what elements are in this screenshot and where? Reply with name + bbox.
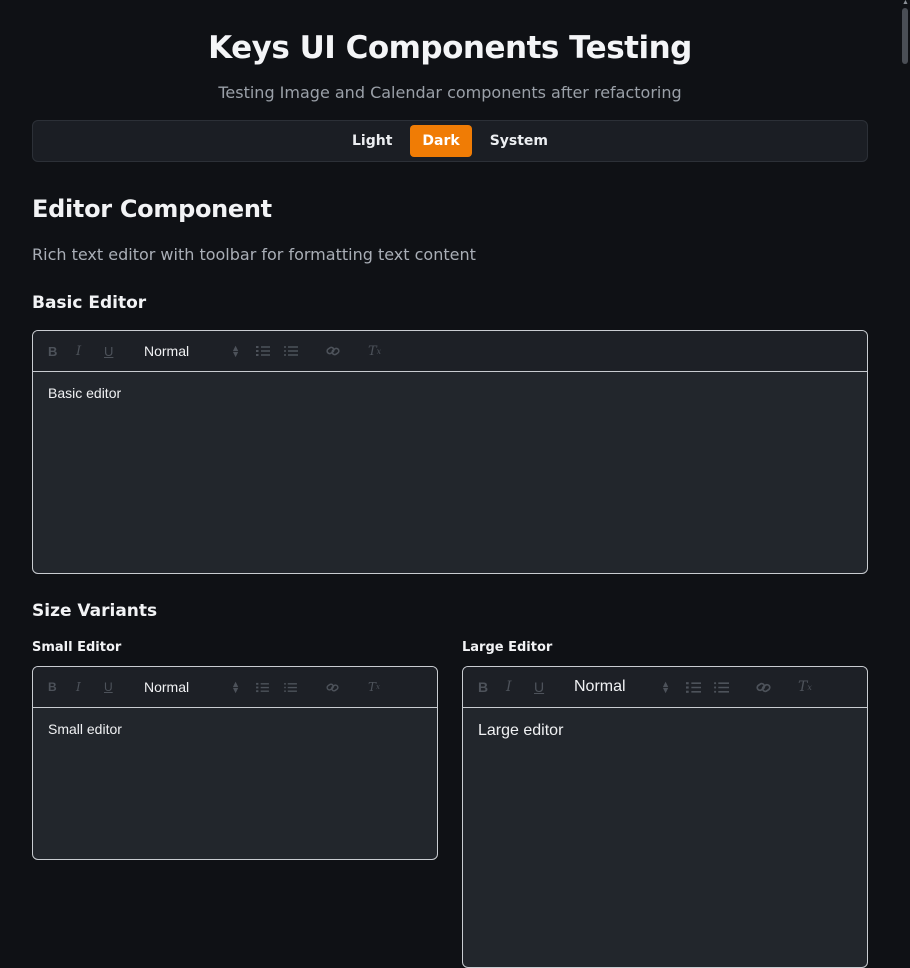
editor-content[interactable]: Small editor — [33, 708, 437, 750]
page-title: Keys UI Components Testing — [208, 30, 692, 66]
editor-toolbar: B I U Normal ▲ ▼ Tx — [33, 667, 437, 708]
select-arrows-icon: ▲ ▼ — [661, 679, 670, 695]
clear-format-icon[interactable]: Tx — [798, 679, 826, 695]
page-scrollbar[interactable]: ▲ — [900, 0, 910, 944]
clear-format-icon[interactable]: Tx — [368, 344, 396, 359]
basic-editor-heading: Basic Editor — [32, 293, 147, 313]
page-subtitle: Testing Image and Calendar components af… — [218, 83, 682, 102]
bullet-list-icon[interactable] — [284, 682, 312, 693]
format-select[interactable]: Normal ▲ ▼ — [574, 678, 674, 696]
select-arrows-icon: ▲ ▼ — [231, 679, 240, 695]
section-description: Rich text editor with toolbar for format… — [32, 245, 476, 264]
editor-toolbar: B I U Normal ▲ ▼ Tx — [33, 331, 867, 372]
ordered-list-icon[interactable] — [256, 345, 284, 357]
format-select-value: Normal — [574, 678, 626, 695]
small-editor-label: Small Editor — [32, 640, 122, 655]
theme-light-button[interactable]: Light — [340, 125, 404, 157]
ordered-list-icon[interactable] — [686, 681, 714, 694]
bullet-list-icon[interactable] — [284, 345, 312, 357]
small-editor: B I U Normal ▲ ▼ Tx Small editor — [32, 666, 438, 860]
theme-switcher: Light Dark System — [32, 120, 868, 162]
link-icon[interactable] — [326, 682, 354, 693]
bold-icon[interactable]: B — [48, 344, 76, 359]
underline-icon[interactable]: U — [104, 344, 132, 359]
link-icon[interactable] — [756, 681, 784, 694]
italic-icon[interactable]: I — [76, 680, 104, 694]
format-select[interactable]: Normal ▲ ▼ — [144, 343, 244, 359]
scrollbar-thumb[interactable] — [902, 8, 908, 64]
underline-icon[interactable]: U — [534, 679, 562, 695]
bullet-list-icon[interactable] — [714, 681, 742, 694]
format-select-value: Normal — [144, 343, 190, 359]
large-editor-label: Large Editor — [462, 640, 553, 655]
bold-icon[interactable]: B — [478, 679, 506, 695]
basic-editor: B I U Normal ▲ ▼ Tx Basic editor — [32, 330, 868, 574]
clear-format-icon[interactable]: Tx — [368, 680, 396, 694]
bold-icon[interactable]: B — [48, 680, 76, 694]
italic-icon[interactable]: I — [506, 679, 534, 695]
underline-icon[interactable]: U — [104, 680, 132, 694]
section-title: Editor Component — [32, 195, 272, 223]
theme-system-button[interactable]: System — [478, 125, 560, 157]
editor-toolbar: B I U Normal ▲ ▼ Tx — [463, 667, 867, 708]
link-icon[interactable] — [326, 345, 354, 357]
editor-content[interactable]: Basic editor — [33, 372, 867, 414]
large-editor: B I U Normal ▲ ▼ Tx Large editor — [462, 666, 868, 968]
ordered-list-icon[interactable] — [256, 682, 284, 693]
editor-content[interactable]: Large editor — [463, 708, 867, 754]
italic-icon[interactable]: I — [76, 344, 104, 359]
size-variants-heading: Size Variants — [32, 601, 158, 621]
select-arrows-icon: ▲ ▼ — [231, 343, 240, 359]
theme-dark-button[interactable]: Dark — [410, 125, 472, 157]
scroll-up-icon[interactable]: ▲ — [902, 0, 909, 6]
format-select-value: Normal — [144, 679, 190, 695]
format-select[interactable]: Normal ▲ ▼ — [144, 679, 244, 695]
